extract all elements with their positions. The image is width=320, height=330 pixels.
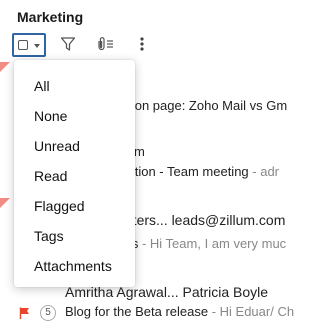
mail-toolbar: [0, 30, 300, 58]
menu-item-flagged[interactable]: Flagged: [14, 191, 135, 221]
more-vertical-icon[interactable]: [138, 36, 146, 52]
chevron-down-icon: [34, 44, 40, 48]
flag-icon[interactable]: [19, 306, 31, 319]
menu-item-unread[interactable]: Unread: [14, 131, 135, 161]
thread-count-badge: 5: [40, 305, 56, 321]
mail-subject[interactable]: itation - Team meeting - adr: [121, 164, 279, 179]
mail-subject[interactable]: Blog for the Beta release - Hi Eduar/ Ch: [65, 304, 294, 319]
mail-subject-text: Blog for the Beta release: [65, 304, 209, 319]
unread-marker: [0, 62, 10, 72]
folder-title: Marketing: [17, 9, 84, 25]
menu-item-all[interactable]: All: [14, 71, 135, 101]
filter-icon[interactable]: [60, 36, 76, 52]
menu-item-none[interactable]: None: [14, 101, 135, 131]
mail-preview: - Hi Eduar/ Ch: [208, 304, 295, 319]
mail-subject[interactable]: nts - Hi Team, I am very muc: [121, 236, 286, 251]
menu-item-read[interactable]: Read: [14, 161, 135, 191]
checkbox-icon: [18, 40, 28, 50]
select-dropdown-button[interactable]: [12, 33, 46, 57]
mail-sender[interactable]: utters... leads@zillum.com: [121, 212, 285, 228]
attachment-filter-icon[interactable]: [95, 36, 115, 52]
mail-preview: - Hi Team, I am very muc: [138, 236, 287, 251]
mail-preview: - adr: [248, 164, 280, 179]
unread-marker: [0, 198, 10, 208]
menu-item-tags[interactable]: Tags: [14, 221, 135, 251]
select-dropdown-menu: All None Unread Read Flagged Tags Attach…: [14, 60, 135, 287]
mail-subject[interactable]: rison page: Zoho Mail vs Gm: [121, 98, 287, 113]
menu-item-attachments[interactable]: Attachments: [14, 251, 135, 281]
mail-subject-text: itation - Team meeting: [121, 164, 249, 179]
